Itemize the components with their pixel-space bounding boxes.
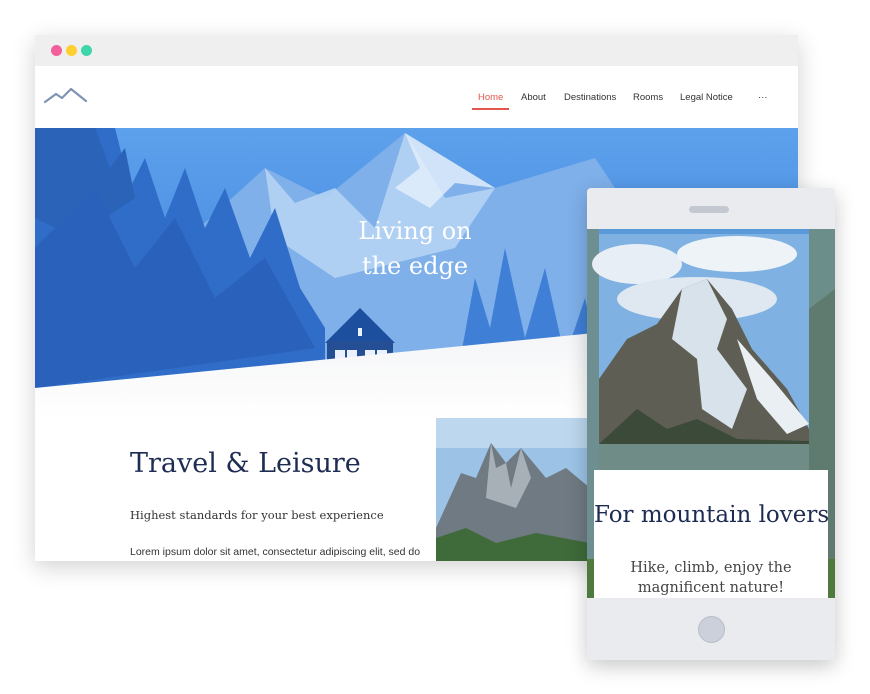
section-title: Travel & Leisure xyxy=(130,448,361,479)
minimize-dot-icon[interactable] xyxy=(66,45,77,56)
nav-item-more[interactable]: ··· xyxy=(758,92,768,103)
mobile-screen: For mountain lovers Hike, climb, enjoy t… xyxy=(587,229,835,598)
hero-title-line-1: Living on xyxy=(358,217,472,245)
mobile-content-card: For mountain lovers Hike, climb, enjoy t… xyxy=(594,470,830,598)
nav-item-home[interactable]: Home xyxy=(478,92,503,103)
nav-item-legal-notice[interactable]: Legal Notice xyxy=(680,92,733,103)
nav-item-about[interactable]: About xyxy=(521,92,546,103)
mobile-device: For mountain lovers Hike, climb, enjoy t… xyxy=(587,188,835,660)
home-button[interactable] xyxy=(698,616,725,643)
browser-titlebar xyxy=(35,35,798,66)
hero-title-line-2: the edge xyxy=(361,252,469,280)
active-nav-underline xyxy=(472,108,509,110)
section-subtitle: Highest standards for your best experien… xyxy=(130,508,384,522)
nav-item-destinations[interactable]: Destinations xyxy=(564,92,616,103)
phone-speaker xyxy=(689,206,729,213)
maximize-dot-icon[interactable] xyxy=(81,45,92,56)
nav-item-rooms[interactable]: Rooms xyxy=(633,92,663,103)
site-navbar: Home About Destinations Rooms Legal Noti… xyxy=(35,66,798,128)
mobile-title: For mountain lovers xyxy=(594,502,830,528)
mountain-logo-icon[interactable] xyxy=(44,85,88,105)
mobile-tagline: Hike, climb, enjoy the magnificent natur… xyxy=(630,560,792,596)
close-dot-icon[interactable] xyxy=(51,45,62,56)
section-body-text: Lorem ipsum dolor sit amet, consectetur … xyxy=(130,546,421,558)
mountain-photo xyxy=(436,418,590,561)
hero-title: Living on the edge xyxy=(315,214,515,284)
